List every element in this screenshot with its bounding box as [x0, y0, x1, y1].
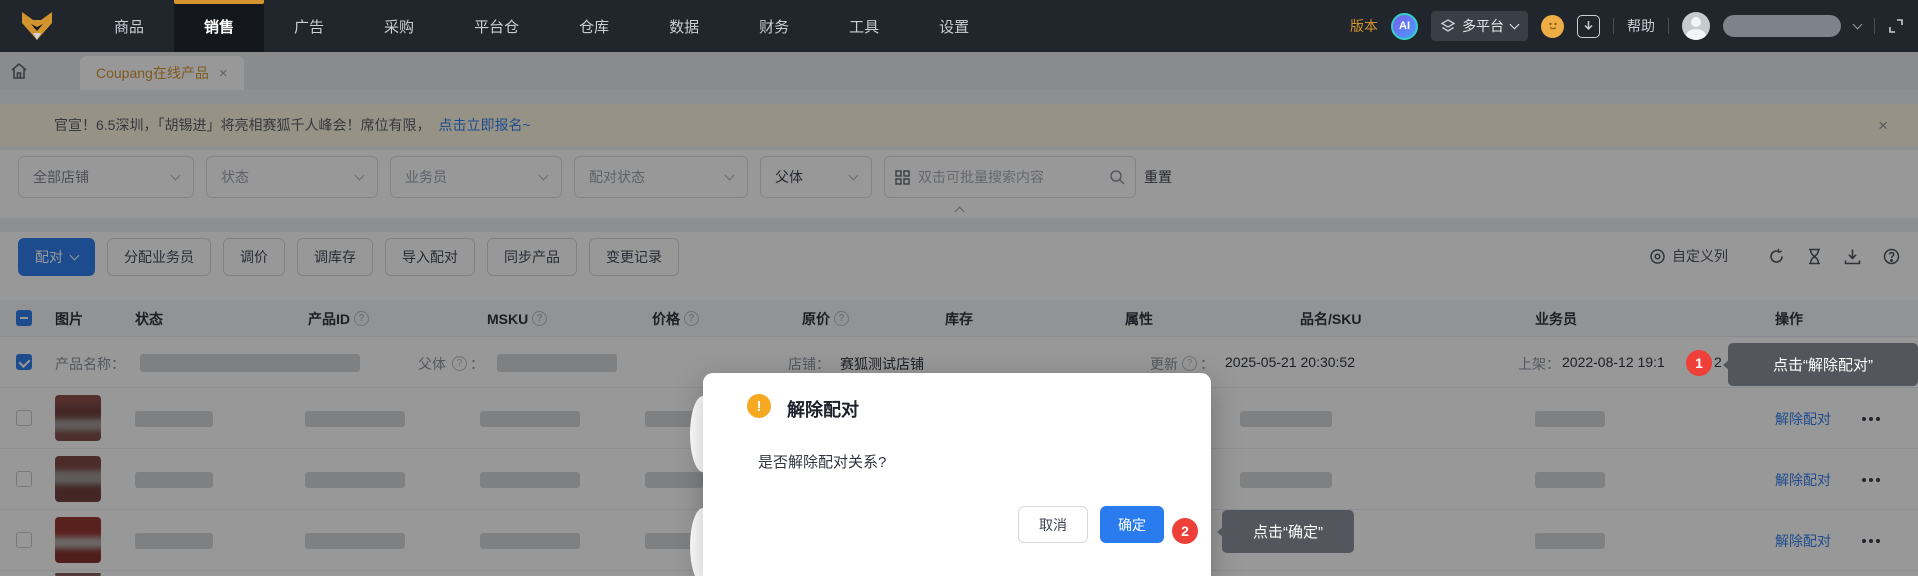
main-menu: 商品 销售 广告 采购 平台仓 仓库 数据 财务 工具 设置: [84, 0, 999, 52]
dialog-title: 解除配对: [787, 400, 859, 420]
nav-item-sales[interactable]: 销售: [174, 0, 265, 52]
user-avatar[interactable]: [1682, 12, 1710, 40]
nav-item-purchase[interactable]: 采购: [354, 0, 444, 52]
nav-item-data[interactable]: 数据: [639, 0, 729, 52]
nav-item-tools[interactable]: 工具: [819, 0, 909, 52]
step-2-badge: 2: [1172, 518, 1198, 544]
step-2-tooltip: 点击“确定”: [1222, 510, 1354, 553]
layers-icon: [1441, 19, 1455, 32]
step-1-tooltip: 点击“解除配对”: [1728, 343, 1918, 386]
chevron-down-icon[interactable]: [1852, 19, 1863, 30]
reward-coin-icon[interactable]: [1541, 14, 1564, 38]
nav-item-warehouse[interactable]: 仓库: [549, 0, 639, 52]
divider: [1668, 18, 1669, 34]
ai-assistant-button[interactable]: AI: [1391, 12, 1418, 40]
step-1-badge: 1: [1686, 350, 1712, 376]
version-link[interactable]: 版本: [1350, 16, 1378, 36]
nav-item-products[interactable]: 商品: [84, 0, 174, 52]
username-redacted: [1723, 15, 1841, 37]
platform-label: 多平台: [1462, 18, 1504, 34]
unpair-confirm-dialog: ! 解除配对 是否解除配对关系? 取消 确定: [703, 373, 1211, 576]
nav-right-cluster: 版本 AI 多平台 帮助: [1350, 0, 1904, 52]
nav-item-platform-wh[interactable]: 平台仓: [444, 0, 549, 52]
top-nav: 商品 销售 广告 采购 平台仓 仓库 数据 财务 工具 设置 版本 AI 多平台: [0, 0, 1918, 52]
brand-fox-logo-icon[interactable]: [20, 9, 56, 43]
help-link[interactable]: 帮助: [1627, 16, 1655, 36]
app-screen: 商品 销售 广告 采购 平台仓 仓库 数据 财务 工具 设置 版本 AI 多平台: [0, 0, 1918, 576]
multi-platform-switcher[interactable]: 多平台: [1431, 11, 1528, 41]
nav-item-ads[interactable]: 广告: [264, 0, 354, 52]
divider: [1874, 18, 1875, 34]
warning-icon: !: [747, 394, 771, 418]
nav-item-settings[interactable]: 设置: [909, 0, 999, 52]
divider: [1613, 18, 1614, 34]
nav-item-finance[interactable]: 财务: [729, 0, 819, 52]
confirm-button[interactable]: 确定: [1100, 506, 1164, 543]
download-center-icon[interactable]: [1577, 14, 1600, 38]
cancel-button[interactable]: 取消: [1018, 506, 1088, 543]
dialog-message: 是否解除配对关系?: [758, 454, 887, 471]
fullscreen-icon[interactable]: [1888, 18, 1904, 34]
chevron-down-icon: [1509, 19, 1520, 30]
